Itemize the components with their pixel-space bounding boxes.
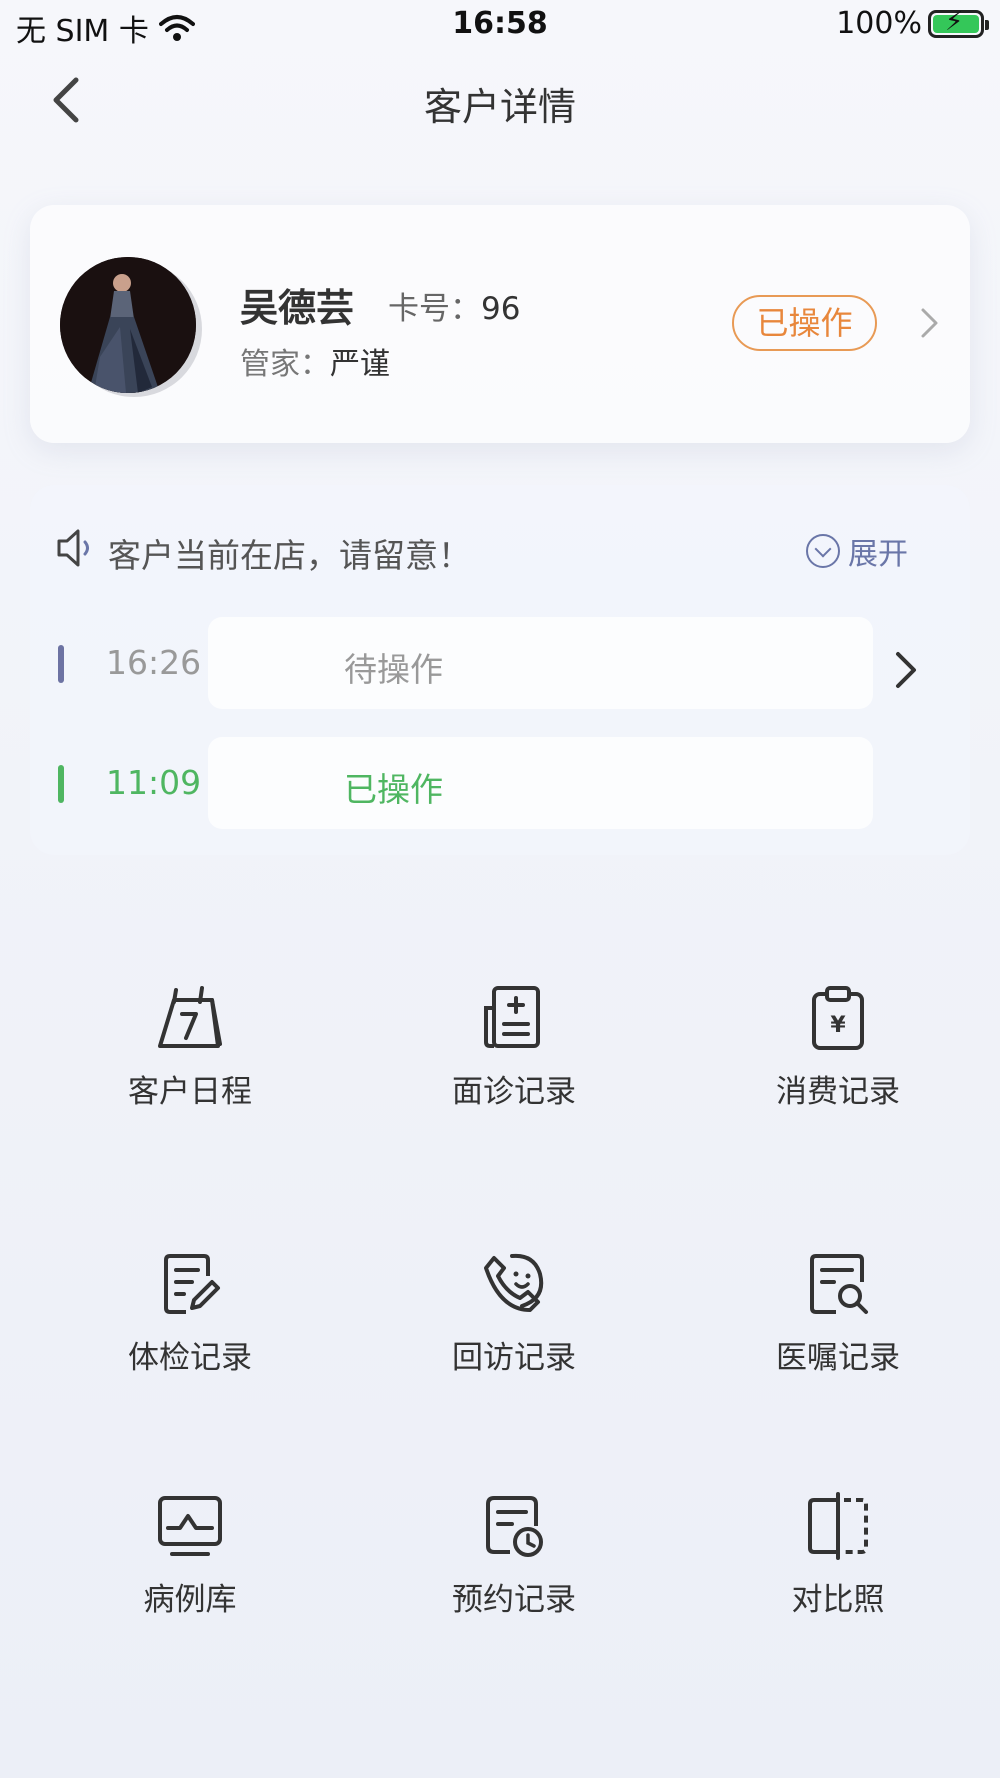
- card-number: 卡号：96: [388, 283, 520, 328]
- log-panel: [208, 617, 873, 709]
- phone-call-icon: [484, 1253, 544, 1312]
- expand-button[interactable]: 展开: [806, 529, 908, 573]
- card-number-value: 96: [481, 291, 521, 327]
- status-badge: 已操作: [732, 295, 877, 351]
- log-status-bar: [58, 765, 64, 803]
- log-row[interactable]: 16:26 待操作: [58, 617, 873, 709]
- menu-label: 回访记录: [452, 1340, 576, 1376]
- notice-text: 客户当前在店，请留意！: [108, 536, 471, 575]
- avatar: [60, 257, 196, 393]
- status-bar: 无 SIM 卡 16:58 100% ⚡: [0, 0, 1000, 50]
- chevron-right-icon[interactable]: [892, 648, 922, 692]
- search-document-icon: [810, 1254, 868, 1314]
- menu-consultation-record[interactable]: 面诊记录: [414, 980, 614, 1110]
- card-number-label: 卡号：: [388, 291, 481, 327]
- menu-follow-up-record[interactable]: 回访记录: [414, 1246, 614, 1376]
- menu-case-library[interactable]: 病例库: [90, 1488, 290, 1618]
- store-notice-card: 客户当前在店，请留意！ 展开 16:26 待操作 11:09 已操作: [30, 485, 970, 855]
- calendar-icon: [158, 986, 222, 1048]
- log-time: 16:26: [106, 643, 202, 682]
- menu-label: 客户日程: [128, 1074, 252, 1110]
- svg-text:¥: ¥: [830, 1013, 846, 1038]
- appointment-clock-icon: [486, 1496, 543, 1557]
- page-title: 客户详情: [423, 85, 576, 129]
- menu-consumption-record[interactable]: ¥ 消费记录: [738, 980, 938, 1110]
- battery-info: 100% ⚡: [836, 6, 989, 41]
- keeper-label: 管家：: [240, 347, 330, 382]
- menu-label: 对比照: [791, 1582, 885, 1618]
- menu-label: 消费记录: [776, 1074, 900, 1110]
- medical-record-icon: [484, 986, 540, 1048]
- keeper-value: 严谨: [330, 347, 390, 382]
- log-status-bar: [58, 645, 64, 683]
- battery-icon: ⚡: [928, 9, 989, 38]
- log-status: 待操作: [344, 650, 443, 689]
- chevron-down-icon: [806, 534, 840, 568]
- nav-bar: 客户详情: [0, 60, 1000, 140]
- menu-appointment-record[interactable]: 预约记录: [414, 1488, 614, 1618]
- menu-label: 医嘱记录: [776, 1340, 900, 1376]
- edit-document-icon: [164, 1254, 220, 1314]
- expand-label: 展开: [848, 537, 908, 572]
- menu-label: 体检记录: [128, 1340, 252, 1376]
- menu-label: 病例库: [143, 1582, 237, 1618]
- menu-physical-exam-record[interactable]: 体检记录: [90, 1246, 290, 1376]
- menu-comparison-photos[interactable]: 对比照: [738, 1488, 938, 1618]
- compare-icon: [808, 1492, 868, 1560]
- notice-header: 客户当前在店，请留意！ 展开: [56, 525, 956, 575]
- log-panel: [208, 737, 873, 829]
- log-status: 已操作: [344, 770, 443, 809]
- customer-name: 吴德芸: [240, 286, 355, 330]
- menu-label: 面诊记录: [452, 1074, 576, 1110]
- log-time: 11:09: [106, 763, 202, 802]
- battery-percent: 100%: [836, 6, 922, 41]
- log-row[interactable]: 11:09 已操作: [58, 737, 873, 829]
- chevron-right-icon[interactable]: [918, 305, 942, 341]
- keeper: 管家：严谨: [240, 339, 390, 383]
- payment-clipboard-icon: ¥: [812, 986, 864, 1050]
- menu-label: 预约记录: [452, 1582, 576, 1618]
- menu-medical-order-record[interactable]: 医嘱记录: [738, 1246, 938, 1376]
- menu-customer-schedule[interactable]: 客户日程: [90, 980, 290, 1110]
- avatar-photo: [60, 257, 196, 393]
- customer-profile-card[interactable]: 吴德芸 卡号：96 管家：严谨 已操作: [30, 205, 970, 443]
- monitor-chart-icon: [158, 1496, 222, 1556]
- speaker-icon: [57, 529, 89, 567]
